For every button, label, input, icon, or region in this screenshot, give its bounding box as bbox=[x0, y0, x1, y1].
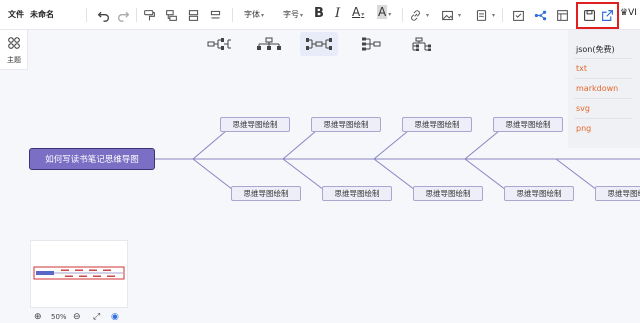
note-icon[interactable] bbox=[472, 6, 490, 24]
divider bbox=[86, 8, 87, 22]
vip-badge[interactable]: ♛VI bbox=[620, 8, 637, 18]
root-node[interactable]: 如何写读书笔记思维导图 bbox=[29, 148, 155, 170]
branch-node-bottom-3[interactable]: 思维导图绘制 bbox=[413, 186, 483, 201]
branch-node-bottom-1[interactable]: 思维导图绘制 bbox=[231, 186, 301, 201]
task-icon[interactable] bbox=[509, 6, 527, 24]
zoom-level: 50% bbox=[51, 313, 67, 321]
format-painter-icon[interactable] bbox=[140, 6, 158, 24]
minimap[interactable] bbox=[30, 240, 128, 308]
image-icon[interactable] bbox=[438, 6, 456, 24]
highlight-box bbox=[576, 2, 619, 29]
crown-icon: ♛ bbox=[620, 8, 629, 18]
export-menu: json(免费) txt markdown svg png bbox=[568, 30, 640, 148]
export-markdown-item[interactable]: markdown bbox=[576, 84, 618, 93]
divider bbox=[574, 98, 632, 99]
export-txt-item[interactable]: txt bbox=[576, 64, 587, 73]
insert-child-node-icon[interactable] bbox=[162, 6, 180, 24]
minimap-preview bbox=[33, 266, 125, 280]
document-title[interactable]: 未命名 bbox=[30, 9, 54, 20]
export-svg-item[interactable]: svg bbox=[576, 104, 590, 113]
undo-icon[interactable] bbox=[94, 6, 112, 24]
link-icon[interactable] bbox=[406, 6, 424, 24]
fit-screen-icon[interactable]: ⤢ bbox=[93, 312, 100, 322]
divider bbox=[574, 78, 632, 79]
branch-node-bottom-4[interactable]: 思维导图绘制 bbox=[504, 186, 574, 201]
export-json-item[interactable]: json(免费) bbox=[576, 44, 615, 55]
branch-node-top-4[interactable]: 思维导图绘制 bbox=[493, 117, 563, 132]
divider bbox=[232, 8, 233, 22]
italic-button[interactable]: I bbox=[335, 6, 340, 21]
divider bbox=[402, 8, 403, 22]
zoom-out-icon[interactable]: ⊖ bbox=[73, 312, 81, 322]
branch-node-bottom-2[interactable]: 思维导图绘制 bbox=[322, 186, 392, 201]
redo-icon[interactable] bbox=[114, 6, 132, 24]
divider bbox=[574, 58, 632, 59]
chevron-down-icon[interactable]: ▾ bbox=[492, 12, 495, 19]
bold-button[interactable]: B bbox=[314, 6, 324, 21]
chevron-down-icon[interactable]: ▾ bbox=[458, 12, 461, 19]
export-png-item[interactable]: png bbox=[576, 124, 591, 133]
branch-node-top-1[interactable]: 思维导图绘制 bbox=[220, 117, 290, 132]
zoom-in-icon[interactable]: ⊕ bbox=[34, 312, 42, 322]
background-color-button[interactable]: A ▾ bbox=[377, 5, 391, 19]
branch-node-top-3[interactable]: 思维导图绘制 bbox=[402, 117, 472, 132]
file-menu[interactable]: 文件 bbox=[8, 9, 24, 20]
insert-sibling-node-icon[interactable] bbox=[184, 6, 202, 24]
font-family-select[interactable]: 字体▾ bbox=[244, 9, 264, 20]
structure-icon[interactable] bbox=[531, 6, 549, 24]
chevron-down-icon[interactable]: ▾ bbox=[426, 12, 429, 19]
delete-node-icon[interactable] bbox=[206, 6, 224, 24]
eye-icon[interactable]: ◉ bbox=[111, 312, 119, 322]
divider bbox=[574, 118, 632, 119]
divider bbox=[502, 8, 503, 22]
branch-node-top-2[interactable]: 思维导图绘制 bbox=[311, 117, 381, 132]
divider bbox=[136, 8, 137, 22]
font-color-button[interactable]: A▾ bbox=[352, 5, 364, 19]
top-toolbar: 文件 未命名 字体▾ 字号▾ B I A▾ A ▾ ▾ ▾ ▾ ♛VI bbox=[0, 0, 640, 30]
outline-view-icon[interactable] bbox=[553, 6, 571, 24]
font-size-select[interactable]: 字号▾ bbox=[283, 9, 303, 20]
branch-node-bottom-5[interactable]: 思维导图绘制 bbox=[595, 186, 640, 201]
